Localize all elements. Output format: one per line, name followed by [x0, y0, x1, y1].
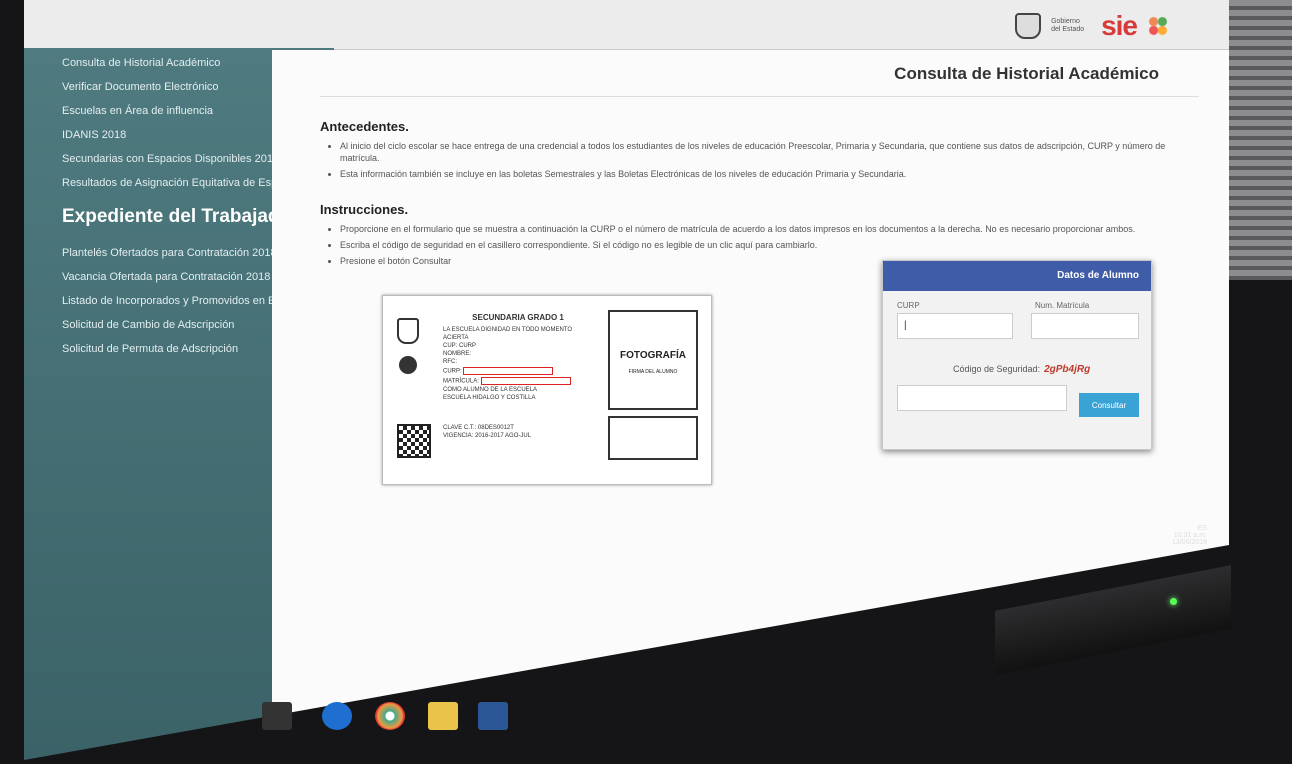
card-label: CURP:: [443, 368, 462, 375]
student-id-card-image: SECUNDARIA GRADO 1 LA ESCUELA DIGNIDAD E…: [382, 295, 712, 485]
header-logos: Gobierno del Estado sie: [1015, 10, 1169, 42]
antecedentes-heading: Antecedentes.: [320, 119, 409, 134]
student-data-form: Datos de Alumno CURP | Num. Matrícula Có…: [882, 260, 1152, 450]
qr-code-icon: [397, 424, 431, 458]
list-item: Escriba el código de seguridad en el cas…: [340, 239, 1199, 251]
instrucciones-heading: Instrucciones.: [320, 202, 409, 217]
photo-box: FOTOGRAFÍA FIRMA DEL ALUMNO: [608, 310, 698, 410]
edge-browser-icon[interactable]: [322, 702, 352, 730]
sie-logo[interactable]: sie: [1101, 10, 1138, 42]
card-line: COMO ALUMNO DE LA ESCUELA: [443, 387, 538, 393]
site-header: Gobierno del Estado sie: [24, 0, 1229, 50]
file-explorer-icon[interactable]: [428, 702, 458, 730]
curp-highlight: [463, 367, 554, 375]
form-header: Datos de Alumno: [883, 261, 1151, 291]
photo-label: FOTOGRAFÍA: [620, 350, 686, 361]
card-line: LA ESCUELA DIGNIDAD EN TODO MOMENTO ACIE…: [443, 327, 573, 341]
photo-note: FIRMA DEL ALUMNO: [628, 369, 678, 375]
antecedentes-list: Al inicio del ciclo escolar se hace entr…: [340, 140, 1199, 180]
sie-dots-icon: [1147, 15, 1169, 37]
curp-label: CURP: [897, 301, 920, 310]
consultar-button[interactable]: Consultar: [1079, 393, 1139, 417]
government-shield-icon: [1015, 13, 1042, 39]
chrome-browser-icon[interactable]: [375, 702, 405, 730]
power-led-icon: [1170, 598, 1177, 605]
captcha-image[interactable]: 2gPb4jRg: [1044, 364, 1090, 375]
curp-input[interactable]: |: [897, 313, 1013, 339]
signature-box: [608, 416, 698, 460]
captcha-label-row: Código de Seguridad: 2gPb4jRg: [953, 364, 1090, 375]
captcha-input[interactable]: [897, 385, 1067, 411]
emblem-icon: [399, 356, 417, 374]
card-line: CLAVE C.T.: 08DES0012T: [443, 425, 514, 431]
card-line: MATRÍCULA:: [443, 376, 593, 386]
matricula-highlight: [480, 377, 571, 385]
word-icon[interactable]: [478, 702, 508, 730]
card-label: MATRÍCULA:: [443, 378, 479, 385]
matricula-input[interactable]: [1031, 313, 1139, 339]
card-line: NOMBRE:: [443, 351, 472, 357]
shield-icon: [397, 318, 419, 344]
card-title: SECUNDARIA GRADO 1: [472, 313, 564, 322]
card-line: CUP: CURP: [443, 343, 477, 349]
card-line: VIGENCIA: 2016-2017 AGO-JUL: [443, 433, 532, 439]
window-blinds: [1222, 0, 1292, 280]
card-text: SECUNDARIA GRADO 1 LA ESCUELA DIGNIDAD E…: [443, 314, 593, 440]
clock-date[interactable]: 13/06/2018: [1172, 539, 1207, 546]
list-item: Al inicio del ciclo escolar se hace entr…: [340, 140, 1199, 164]
card-line: RFC:: [443, 359, 457, 365]
card-line: ESCUELA HIDALGO Y COSTILLA: [443, 395, 536, 401]
list-item: Esta información también se incluye en l…: [340, 168, 1199, 180]
clock-time[interactable]: 10:31 a.m.: [1172, 532, 1207, 539]
system-tray: ES 10:31 a.m. 13/06/2018: [1172, 525, 1207, 546]
task-view-icon[interactable]: [262, 702, 292, 730]
page-title: Consulta de Historial Académico: [320, 60, 1199, 97]
captcha-label: Código de Seguridad:: [953, 364, 1041, 374]
government-logo-text: Gobierno del Estado: [1051, 18, 1085, 33]
list-item: Proporcione en el formulario que se mues…: [340, 223, 1199, 235]
language-indicator[interactable]: ES: [1172, 525, 1207, 532]
matricula-label: Num. Matrícula: [1035, 301, 1090, 310]
card-line: CURP:: [443, 366, 593, 376]
